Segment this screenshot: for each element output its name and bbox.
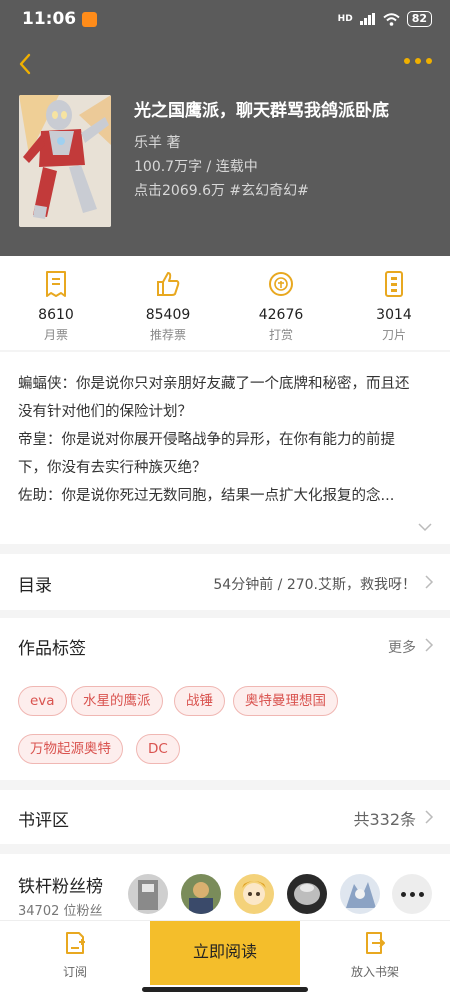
stat-value: 42676: [258, 307, 304, 323]
more-fans-icon[interactable]: [392, 874, 432, 914]
stat-monthly-ticket[interactable]: 8610 月票: [11, 270, 101, 343]
avatar[interactable]: [181, 874, 221, 914]
review-title: 书评区: [18, 811, 69, 831]
home-indicator[interactable]: [142, 987, 308, 992]
synopsis-line: 佐助：你是说你死过无数同胞，结果一点扩大化报复的念...: [18, 488, 395, 504]
network-label: HD: [337, 14, 353, 24]
avatar[interactable]: [128, 874, 168, 914]
stat-label: 月票: [43, 328, 68, 342]
subscribe-button[interactable]: 订阅: [25, 931, 125, 980]
avatar[interactable]: [340, 874, 380, 914]
fans-title: 铁杆粉丝榜: [18, 877, 103, 897]
synopsis-line: 帝皇：你是说对你展开侵略战争的异形，在你有能力的前提: [18, 432, 395, 448]
tags-title: 作品标签: [18, 639, 86, 659]
tag-chip[interactable]: 水星的鹰派: [71, 686, 163, 716]
catalog-title: 目录: [18, 576, 52, 596]
chevron-right-icon: [425, 810, 434, 824]
more-options-icon[interactable]: [404, 58, 432, 64]
wifi-icon: [383, 12, 400, 26]
stat-value: 3014: [376, 307, 412, 323]
stat-value: 85409: [145, 307, 191, 323]
reward-coin-icon: [269, 272, 293, 296]
book-title: 光之国鹰派，聊天群骂我鸽派卧底: [134, 101, 389, 121]
avatar[interactable]: [287, 874, 327, 914]
back-arrow-icon[interactable]: [14, 52, 38, 76]
status-time: 11:06: [22, 9, 77, 29]
catalog-row[interactable]: 目录 54分钟前 / 270.艾斯，救我呀！: [0, 554, 450, 610]
fans-count: 34702 位粉丝: [18, 904, 103, 919]
app-notification-icon: [82, 12, 97, 27]
stat-label: 推荐票: [149, 328, 186, 342]
add-to-shelf-button[interactable]: 放入书架: [325, 931, 425, 980]
book-cover[interactable]: [19, 95, 111, 227]
avatar[interactable]: [234, 874, 274, 914]
book-author[interactable]: 乐羊 著: [134, 132, 180, 152]
expand-chevron-icon[interactable]: [418, 522, 432, 532]
book-synopsis[interactable]: 蝙蝠侠：你是说你只对亲朋好友藏了一个底牌和秘密，而且还 没有针对他们的保险计划？…: [0, 352, 450, 544]
tags-more-link[interactable]: 更多: [388, 637, 416, 657]
blade-card-icon: [385, 271, 403, 297]
review-count: 共332条: [353, 810, 416, 829]
tag-chip[interactable]: DC: [136, 734, 180, 764]
chevron-right-icon: [425, 575, 434, 589]
fans-ranking-row[interactable]: 铁杆粉丝榜 34702 位粉丝: [0, 854, 450, 920]
synopsis-line: 下，你没有去实行种族灭绝？: [18, 460, 207, 476]
stat-label: 刀片: [381, 328, 406, 342]
add-to-shelf-label: 放入书架: [350, 965, 399, 979]
tag-chip[interactable]: eva: [18, 686, 67, 716]
synopsis-line: 没有针对他们的保险计划？: [18, 404, 192, 420]
synopsis-line: 蝙蝠侠：你是说你只对亲朋好友藏了一个底牌和秘密，而且还: [18, 376, 410, 392]
read-now-button[interactable]: 立即阅读: [150, 921, 300, 985]
book-header: 光之国鹰派，聊天群骂我鸽派卧底 乐羊 著 100.7万字 / 连载中 点击206…: [0, 38, 450, 256]
book-clicks-genre: 点击2069.6万 #玄幻奇幻#: [134, 183, 309, 199]
battery-indicator: 82: [406, 11, 432, 27]
subscribe-icon: [66, 932, 85, 954]
chevron-right-icon[interactable]: [425, 638, 434, 652]
stat-value: 8610: [38, 307, 74, 323]
tag-chip[interactable]: 战锤: [174, 686, 225, 716]
stat-reward[interactable]: 42676 打赏: [236, 270, 326, 343]
status-bar: 11:06 HD 82: [0, 0, 450, 38]
stats-panel: 8610 月票 85409 推荐票 42676 打赏 3014 刀片: [0, 256, 450, 350]
add-to-shelf-icon: [366, 932, 385, 954]
signal-icon: [359, 13, 375, 25]
tag-chip[interactable]: 万物起源奥特: [18, 734, 123, 764]
tag-chip[interactable]: 奥特曼理想国: [233, 686, 338, 716]
status-indicators: HD 82: [338, 10, 432, 28]
tags-section: 作品标签 更多 eva 水星的鹰派 战锤 奥特曼理想国 万物起源奥特 DC: [0, 618, 450, 780]
stat-label: 打赏: [268, 328, 293, 342]
stat-recommend-ticket[interactable]: 85409 推荐票: [123, 270, 213, 343]
book-word-count-status: 100.7万字 / 连载中: [134, 159, 258, 175]
ticket-icon: [46, 271, 66, 297]
subscribe-label: 订阅: [62, 965, 87, 979]
stat-blade[interactable]: 3014 刀片: [349, 270, 439, 343]
review-row[interactable]: 书评区 共332条: [0, 790, 450, 844]
thumbs-up-icon: [157, 272, 180, 296]
latest-chapter[interactable]: 54分钟前 / 270.艾斯，救我呀！: [213, 574, 416, 594]
